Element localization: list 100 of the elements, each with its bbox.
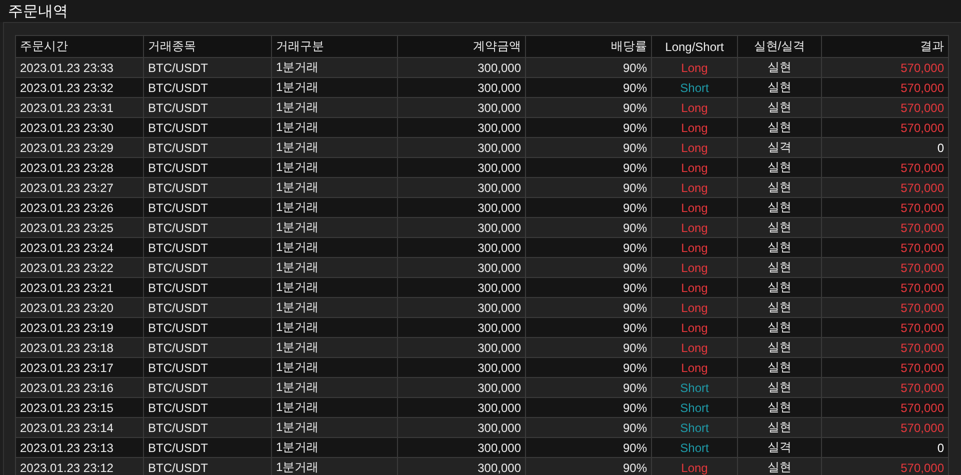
table-cell: 300,000 [398, 118, 526, 138]
table-cell: Long [652, 218, 738, 238]
table-cell: 실현 [738, 278, 822, 298]
table-cell: 300,000 [398, 218, 526, 238]
table-cell: Long [652, 318, 738, 338]
column-header: Long/Short [652, 36, 738, 58]
table-cell: 1분거래 [272, 178, 398, 198]
table-cell: Short [652, 78, 738, 98]
table-cell: 90% [526, 98, 652, 118]
table-cell: 300,000 [398, 258, 526, 278]
table-cell: BTC/USDT [144, 238, 272, 258]
table-cell: 570,000 [822, 458, 948, 475]
table-cell: 2023.01.23 23:12 [16, 458, 144, 475]
table-cell: BTC/USDT [144, 398, 272, 418]
table-cell: 실현 [738, 378, 822, 398]
table-cell: 90% [526, 178, 652, 198]
table-cell: 2023.01.23 23:31 [16, 98, 144, 118]
table-cell: 1분거래 [272, 258, 398, 278]
panel-title: 주문내역 [8, 2, 68, 20]
table-cell: 2023.01.23 23:13 [16, 438, 144, 458]
table-cell: 2023.01.23 23:24 [16, 238, 144, 258]
table-cell: 1분거래 [272, 398, 398, 418]
table-cell: BTC/USDT [144, 338, 272, 358]
table-cell: 570,000 [822, 78, 948, 98]
table-cell: BTC/USDT [144, 458, 272, 475]
table-cell: BTC/USDT [144, 178, 272, 198]
table-cell: Long [652, 158, 738, 178]
table-cell: 1분거래 [272, 118, 398, 138]
table-cell: Short [652, 438, 738, 458]
table-cell: 2023.01.23 23:18 [16, 338, 144, 358]
table-cell: 실현 [738, 118, 822, 138]
table-cell: 570,000 [822, 98, 948, 118]
table-cell: 실격 [738, 438, 822, 458]
table-cell: 90% [526, 338, 652, 358]
table-cell: BTC/USDT [144, 378, 272, 398]
table-cell: 1분거래 [272, 238, 398, 258]
table-cell: 300,000 [398, 58, 526, 78]
table-cell: 실현 [738, 158, 822, 178]
table-cell: BTC/USDT [144, 98, 272, 118]
table-cell: 90% [526, 278, 652, 298]
column-header: 결과 [822, 36, 948, 58]
table-cell: 1분거래 [272, 138, 398, 158]
table-cell: 90% [526, 378, 652, 398]
table-cell: 2023.01.23 23:21 [16, 278, 144, 298]
table-cell: 1분거래 [272, 338, 398, 358]
table-cell: BTC/USDT [144, 198, 272, 218]
table-cell: 570,000 [822, 58, 948, 78]
table-cell: 2023.01.23 23:32 [16, 78, 144, 98]
table-cell: 1분거래 [272, 158, 398, 178]
table-cell: 90% [526, 58, 652, 78]
table-cell: 실현 [738, 58, 822, 78]
table-cell: BTC/USDT [144, 298, 272, 318]
table-cell: 570,000 [822, 338, 948, 358]
table-cell: 실현 [738, 218, 822, 238]
table-cell: 실현 [738, 258, 822, 278]
table-cell: 570,000 [822, 418, 948, 438]
table-cell: Long [652, 98, 738, 118]
table-cell: 300,000 [398, 298, 526, 318]
table-cell: 2023.01.23 23:26 [16, 198, 144, 218]
table-cell: BTC/USDT [144, 278, 272, 298]
table-cell: 실현 [738, 338, 822, 358]
table-cell: Long [652, 138, 738, 158]
table-cell: 90% [526, 318, 652, 338]
table-cell: 570,000 [822, 298, 948, 318]
table-cell: 실격 [738, 138, 822, 158]
table-cell: BTC/USDT [144, 258, 272, 278]
table-cell: 300,000 [398, 358, 526, 378]
table-cell: 실현 [738, 358, 822, 378]
table-cell: 0 [822, 438, 948, 458]
table-cell: 90% [526, 438, 652, 458]
table-cell: 90% [526, 358, 652, 378]
table-cell: 300,000 [398, 198, 526, 218]
table-cell: 570,000 [822, 198, 948, 218]
table-cell: 570,000 [822, 358, 948, 378]
table-cell: 2023.01.23 23:33 [16, 58, 144, 78]
table-cell: 90% [526, 458, 652, 475]
table-cell: 1분거래 [272, 418, 398, 438]
table-cell: 570,000 [822, 318, 948, 338]
table-cell: 300,000 [398, 318, 526, 338]
table-cell: 0 [822, 138, 948, 158]
table-cell: 1분거래 [272, 438, 398, 458]
table-cell: 300,000 [398, 418, 526, 438]
table-cell: 실현 [738, 318, 822, 338]
table-cell: 2023.01.23 23:27 [16, 178, 144, 198]
table-cell: BTC/USDT [144, 418, 272, 438]
table-cell: Short [652, 418, 738, 438]
column-header: 계약금액 [398, 36, 526, 58]
table-cell: 570,000 [822, 238, 948, 258]
table-cell: Long [652, 118, 738, 138]
table-cell: Long [652, 238, 738, 258]
table-cell: 2023.01.23 23:28 [16, 158, 144, 178]
table-cell: 1분거래 [272, 198, 398, 218]
table-cell: 90% [526, 198, 652, 218]
table-cell: 300,000 [398, 438, 526, 458]
table-cell: 실현 [738, 398, 822, 418]
table-cell: 300,000 [398, 458, 526, 475]
column-header: 배당률 [526, 36, 652, 58]
table-cell: BTC/USDT [144, 138, 272, 158]
table-cell: Long [652, 298, 738, 318]
table-cell: 90% [526, 158, 652, 178]
